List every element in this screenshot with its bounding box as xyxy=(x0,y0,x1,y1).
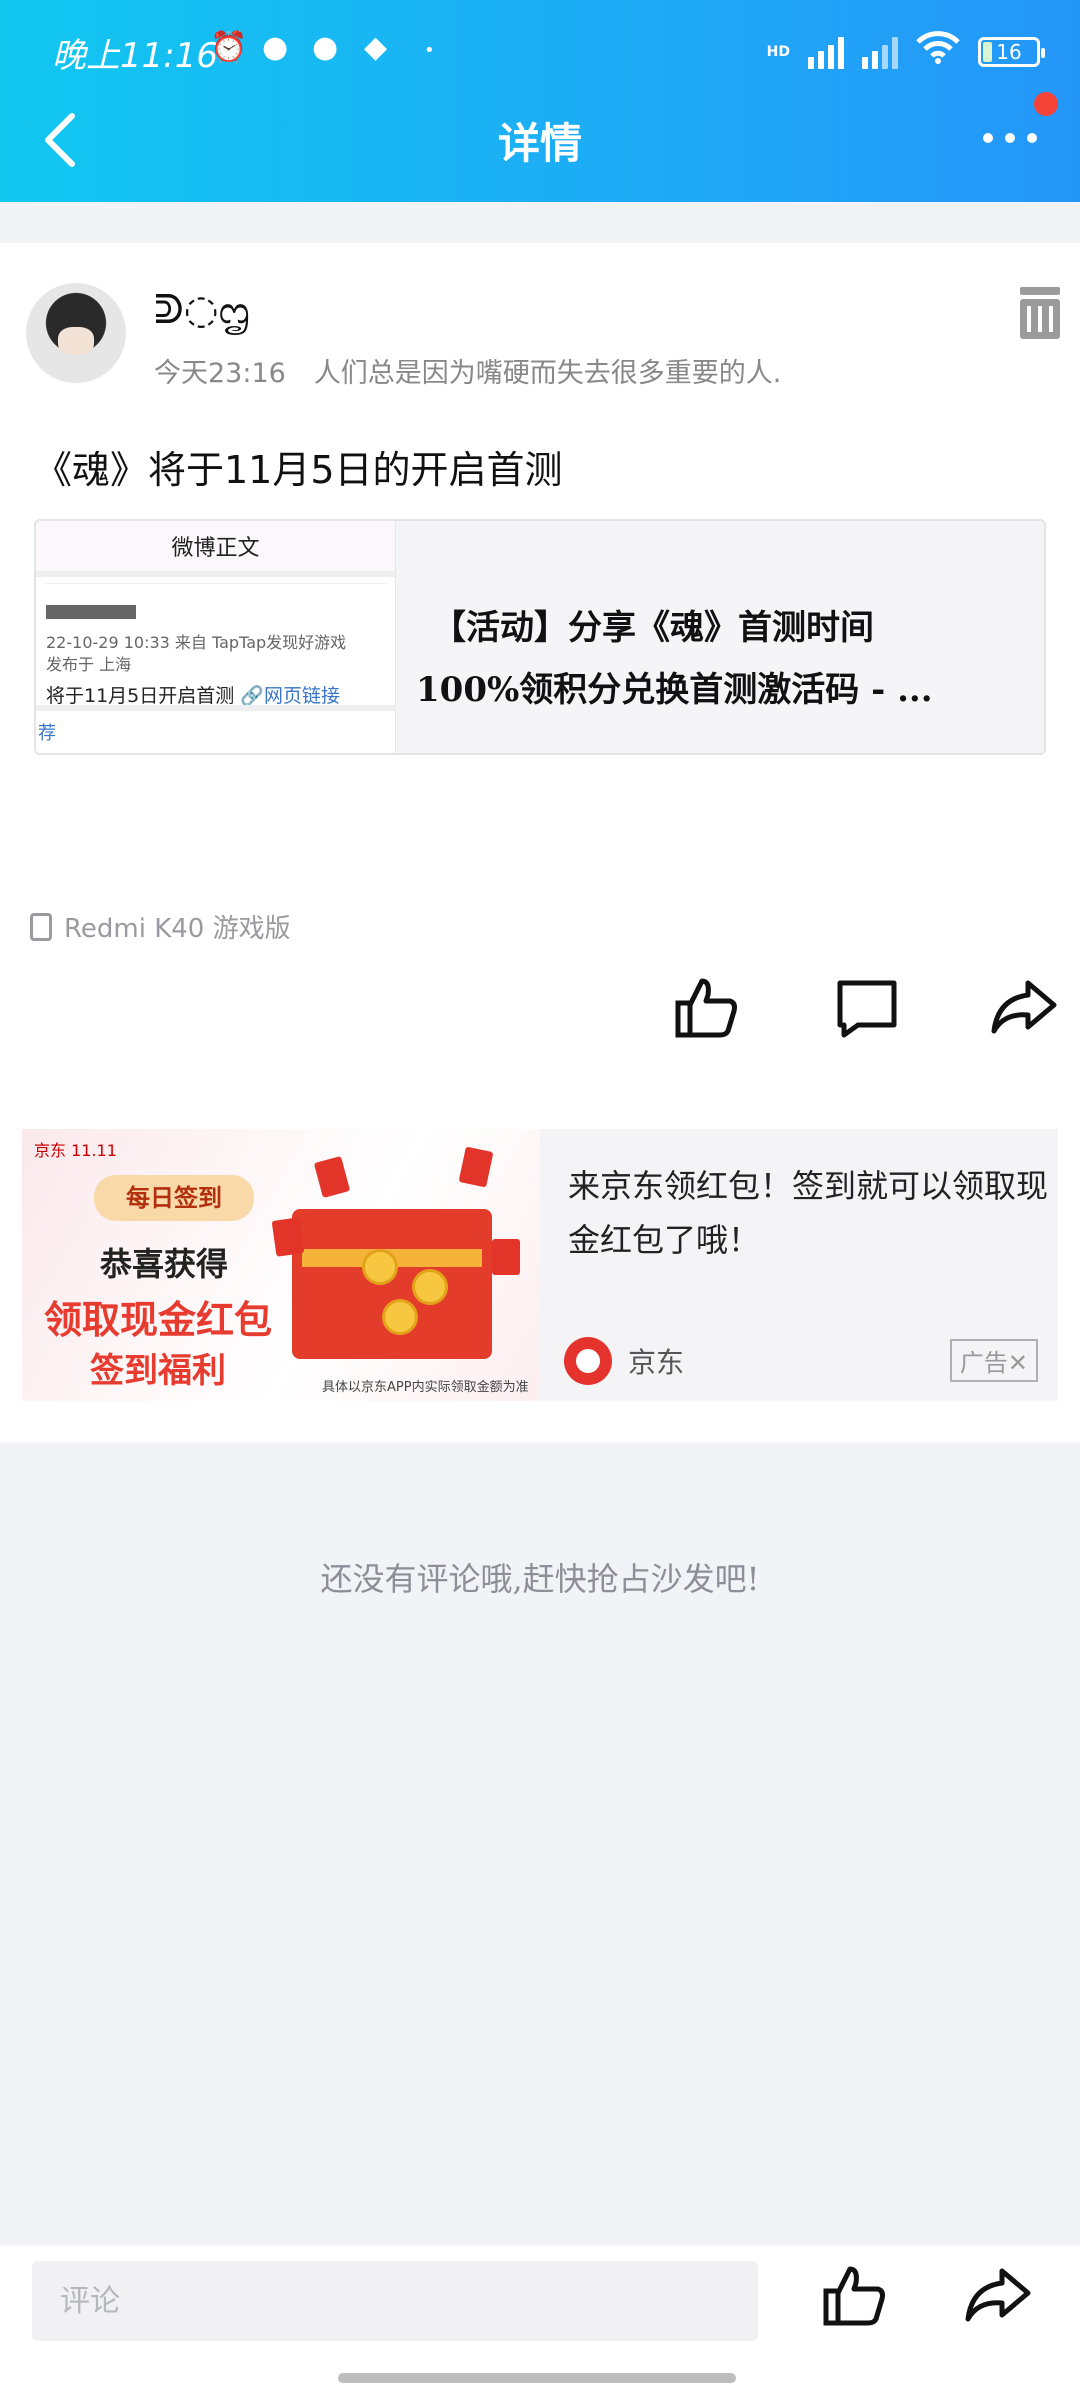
nav-bar: 详情 xyxy=(0,92,1080,202)
more-horizontal-icon xyxy=(983,133,1037,143)
thumb-date: 22-10-29 10:33 来自 TapTap发现好游戏 xyxy=(46,633,347,652)
bottom-like-button[interactable] xyxy=(820,2261,900,2341)
page-title: 详情 xyxy=(497,119,582,168)
status-bar: 晚上11:16 ⏰ ● ● ◆ • HD 16 xyxy=(0,0,1080,100)
share-arrow-icon xyxy=(965,2268,1031,2322)
ad-line1: 恭喜获得 xyxy=(100,1245,229,1283)
red-envelope-icon xyxy=(492,1239,520,1275)
app-notification-icon: ● xyxy=(312,30,339,65)
shared-link-card[interactable]: 微博正文 22-10-29 10:33 来自 TapTap发现好游戏 发布于 上… xyxy=(34,519,1046,755)
red-envelope-icon xyxy=(271,1217,305,1257)
battery-icon: 16 xyxy=(978,36,1045,67)
status-time: 晚上11:16 xyxy=(52,36,218,76)
wifi-icon xyxy=(916,30,960,73)
comment-icon xyxy=(837,980,897,1038)
bottom-share-button[interactable] xyxy=(962,2261,1042,2341)
avatar[interactable] xyxy=(26,283,126,383)
top-bar: 晚上11:16 ⏰ ● ● ◆ • HD 16 详情 xyxy=(0,0,1080,202)
app-notification-icon: ● xyxy=(262,30,289,65)
comment-input[interactable] xyxy=(32,2261,758,2341)
empty-comments-message: 还没有评论哦,赶快抢占沙发吧! xyxy=(320,1560,760,1598)
shared-link-description: 《魂》的首测马上要开始啦~！“... xyxy=(432,747,1032,753)
ad-line2: 领取现金红包 xyxy=(44,1298,273,1342)
user-signature: 人们总是因为嘴硬而失去很多重要的人. xyxy=(313,358,782,389)
signal-icon xyxy=(808,35,844,69)
share-button[interactable] xyxy=(988,973,1068,1053)
hd-label: HD xyxy=(766,43,790,60)
device-name: Redmi K40 游戏版 xyxy=(64,914,291,944)
ad-image: 京东 11.11 每日签到 恭喜获得 领取现金红包 签到福利 具体以京东APP内… xyxy=(22,1129,540,1401)
gift-box-icon xyxy=(292,1209,492,1359)
comment-button[interactable] xyxy=(832,973,912,1053)
thumb-header: 微博正文 xyxy=(36,521,395,577)
ad-close-button[interactable]: 广告✕ xyxy=(949,1339,1038,1382)
status-right: HD 16 xyxy=(766,30,1045,73)
ad-banner[interactable]: 京东 11.11 每日签到 恭喜获得 领取现金红包 签到福利 具体以京东APP内… xyxy=(22,1129,1058,1401)
ad-badge: 每日签到 xyxy=(94,1175,254,1221)
ad-brand: 京东 xyxy=(564,1337,684,1385)
home-indicator[interactable] xyxy=(338,2373,736,2383)
thumb-location: 发布于 上海 xyxy=(46,655,132,674)
post-meta: 今天23:16 人们总是因为嘴硬而失去很多重要的人. xyxy=(154,351,781,390)
bottom-bar xyxy=(0,2245,1080,2400)
coin-icon xyxy=(382,1299,418,1335)
red-envelope-icon xyxy=(313,1155,351,1199)
blurred-username xyxy=(46,605,136,619)
trash-icon xyxy=(1020,287,1060,295)
thumbs-up-icon xyxy=(823,2266,885,2326)
more-notifications-dot: • xyxy=(424,40,435,61)
ad-brand-name: 京东 xyxy=(628,1346,685,1379)
notification-dot xyxy=(1034,92,1058,116)
like-button[interactable] xyxy=(672,973,752,1053)
username[interactable]: ᕲ◌ᦗ xyxy=(154,287,250,336)
alarm-icon: ⏰ xyxy=(210,30,248,65)
coin-icon xyxy=(362,1249,398,1285)
thumb-body: 将于11月5日开启首测 xyxy=(46,685,235,707)
thumb-recommend: 荐 xyxy=(38,723,56,744)
share-arrow-icon xyxy=(991,980,1057,1034)
device-info: Redmi K40 游戏版 xyxy=(30,908,291,945)
app-notification-icon: ◆ xyxy=(364,30,388,65)
phone-icon xyxy=(30,912,52,941)
ad-image-brand: 京东 11.11 xyxy=(34,1141,117,1160)
coin-icon xyxy=(412,1269,448,1305)
post-time: 今天23:16 xyxy=(154,358,286,389)
thumbs-up-icon xyxy=(675,978,737,1038)
ad-title: 来京东领红包！签到就可以领取现金红包了哦！ xyxy=(568,1167,1049,1259)
thumb-link: 🔗网页链接 xyxy=(240,685,340,707)
delete-button[interactable] xyxy=(1020,287,1060,339)
shared-link-thumbnail: 微博正文 22-10-29 10:33 来自 TapTap发现好游戏 发布于 上… xyxy=(36,521,396,753)
post-title: 《魂》将于11月5日的开启首测 xyxy=(34,448,563,492)
jd-logo-icon xyxy=(564,1337,612,1385)
ad-image-note: 具体以京东APP内实际领取金额为准 xyxy=(322,1380,529,1395)
shared-link-title: 【活动】分享《魂》首测时间 100%领积分兑换首测激活码 - ... xyxy=(416,608,933,710)
ad-line3: 签到福利 xyxy=(90,1351,226,1391)
signal-icon xyxy=(862,35,898,69)
red-envelope-icon xyxy=(458,1146,494,1188)
